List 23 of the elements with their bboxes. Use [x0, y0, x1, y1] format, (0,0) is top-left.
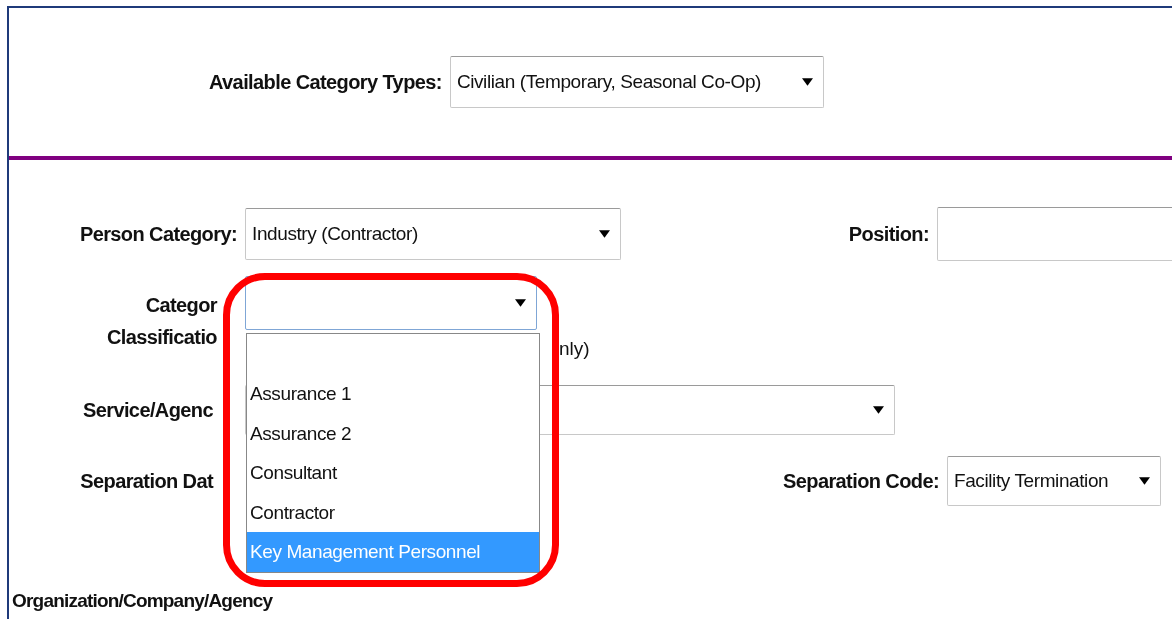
dropdown-option[interactable]: Contractor — [247, 492, 539, 532]
dropdown-option[interactable]: Assurance 1 — [247, 374, 539, 414]
field-label: Classificatio — [106, 325, 217, 350]
field-label: Separation Code: — [782, 469, 939, 493]
caret-icon — [801, 78, 813, 86]
dropdown-option[interactable]: Consultant — [247, 453, 539, 493]
category-types-select[interactable]: Civilian (Temporary, Seasonal Co-Op) — [449, 56, 824, 108]
field-label: Person Category: — [78, 222, 237, 246]
caret-icon — [515, 299, 526, 307]
section-heading: Organization/Company/Agency — [12, 590, 273, 612]
field-label: Service/Agenc — [81, 398, 213, 422]
dropdown-option[interactable]: Assurance 2 — [247, 413, 539, 453]
separation-code-select[interactable]: Facility Termination — [947, 456, 1161, 506]
caret-icon — [1139, 477, 1150, 485]
caret-icon — [599, 230, 610, 238]
field-label: Separation Dat — [79, 469, 213, 493]
field-note: nly) — [559, 338, 590, 360]
field-label: Categor — [145, 293, 217, 318]
position-input[interactable] — [937, 207, 1172, 261]
caret-icon — [873, 406, 884, 414]
field-label: Available Category Types: — [209, 70, 442, 94]
field-label: Position: — [847, 222, 929, 246]
person-category-select[interactable]: Industry (Contractor) — [245, 208, 621, 260]
